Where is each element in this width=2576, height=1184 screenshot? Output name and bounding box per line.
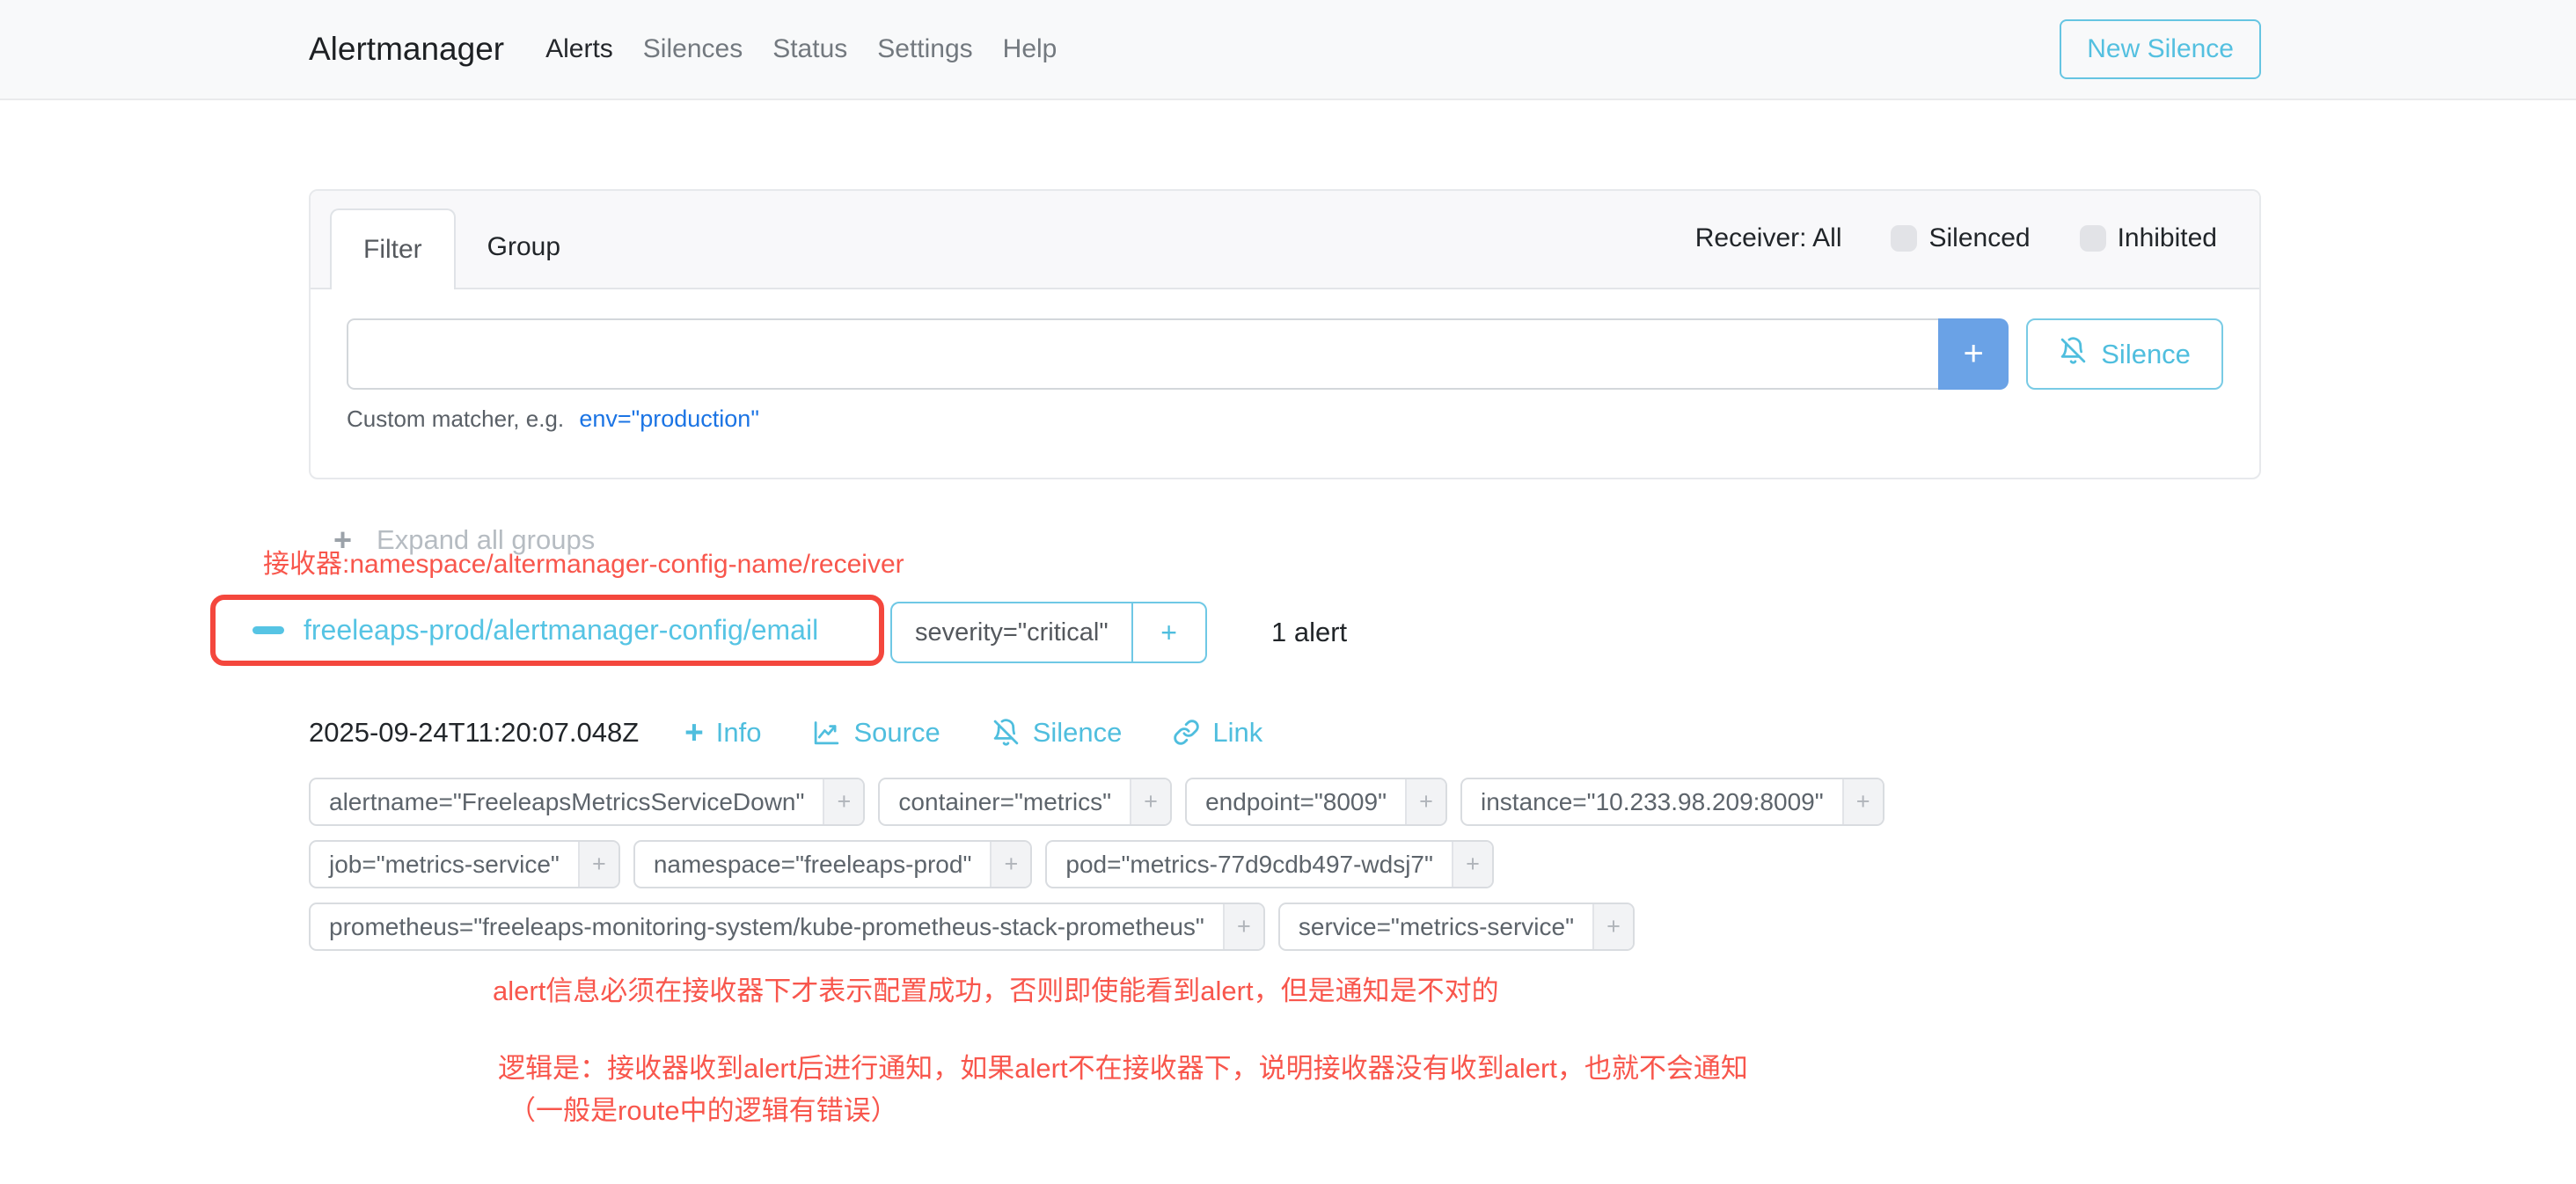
label-chip-pod: pod="metrics-77d9cdb497-wdsj7" +	[1045, 840, 1494, 888]
tab-group[interactable]: Group	[459, 207, 589, 288]
generator-link[interactable]: Link	[1173, 717, 1262, 749]
nav-item-alerts[interactable]: Alerts	[531, 34, 628, 64]
filter-card-header: Filter Group Receiver: All Silenced Inhi…	[311, 191, 2259, 289]
plus-icon: +	[1160, 617, 1177, 649]
add-filter-plus-icon[interactable]: +	[823, 779, 863, 824]
app-brand[interactable]: Alertmanager	[309, 31, 504, 68]
matcher-input[interactable]	[347, 318, 1938, 390]
add-filter-plus-icon[interactable]: +	[1592, 904, 1633, 949]
group-matcher-text: severity="critical"	[892, 603, 1131, 661]
plus-icon: +	[684, 716, 704, 749]
label-text: service="metrics-service"	[1280, 904, 1592, 949]
silenced-checkbox-label[interactable]: Silenced	[1928, 223, 2030, 253]
label-text: prometheus="freeleaps-monitoring-system/…	[311, 904, 1223, 949]
hint-example-link[interactable]: env="production"	[579, 406, 759, 432]
custom-matcher-hint: Custom matcher, e.g. env="production"	[347, 406, 2223, 433]
add-filter-plus-icon[interactable]: +	[1223, 904, 1263, 949]
label-chip-container: container="metrics" +	[878, 778, 1172, 826]
silence-alert-label: Silence	[1033, 717, 1123, 749]
label-text: alertname="FreeleapsMetricsServiceDown"	[311, 779, 823, 824]
tab-filter[interactable]: Filter	[330, 208, 456, 289]
link-icon	[1173, 719, 1200, 746]
matcher-input-group: +	[347, 318, 2009, 390]
chart-line-icon	[812, 718, 841, 747]
receiver-group-highlight[interactable]: freeleaps-prod/alertmanager-config/email	[210, 595, 884, 666]
label-text: pod="metrics-77d9cdb497-wdsj7"	[1047, 842, 1452, 887]
receiver-group-link[interactable]: freeleaps-prod/alertmanager-config/email	[304, 614, 818, 647]
alertmanager-page: Alertmanager Alerts Silences Status Sett…	[0, 0, 2576, 1184]
add-filter-plus-icon[interactable]: +	[1452, 842, 1492, 887]
nav-item-help[interactable]: Help	[988, 34, 1072, 64]
alert-config-annotation-3: （一般是route中的逻辑有错误）	[509, 1088, 898, 1128]
silence-filter-label: Silence	[2101, 339, 2191, 370]
label-text: endpoint="8009"	[1187, 779, 1405, 824]
alert-labels-row-3: prometheus="freeleaps-monitoring-system/…	[309, 903, 1635, 951]
add-filter-plus-icon[interactable]: +	[1130, 779, 1170, 824]
nav-item-silences[interactable]: Silences	[628, 34, 757, 64]
minus-icon	[252, 626, 284, 634]
inhibited-checkbox[interactable]	[2080, 225, 2106, 252]
bell-slash-icon	[992, 718, 1021, 747]
add-filter-plus-icon[interactable]: +	[1842, 779, 1883, 824]
source-link[interactable]: Source	[812, 717, 940, 749]
alert-labels-row-2: job="metrics-service" + namespace="freel…	[309, 840, 1494, 888]
source-label: Source	[853, 717, 940, 749]
plus-icon: +	[1964, 334, 1984, 374]
nav-item-settings[interactable]: Settings	[862, 34, 987, 64]
navbar: Alertmanager Alerts Silences Status Sett…	[0, 0, 2576, 100]
label-chip-endpoint: endpoint="8009" +	[1185, 778, 1447, 826]
filter-options: Receiver: All Silenced Inhibited	[1695, 189, 2259, 288]
alert-config-annotation-2: 逻辑是：接收器收到alert后进行通知，如果alert不在接收器下，说明接收器没…	[498, 1046, 1748, 1085]
group-matcher-chip: severity="critical" +	[890, 602, 1207, 663]
receiver-dropdown[interactable]: Receiver: All	[1695, 223, 1842, 253]
label-chip-prometheus: prometheus="freeleaps-monitoring-system/…	[309, 903, 1265, 951]
info-label: Info	[716, 717, 762, 749]
silenced-checkbox[interactable]	[1891, 225, 1917, 252]
add-filter-plus-icon[interactable]: +	[1405, 779, 1445, 824]
add-filter-plus-icon[interactable]: +	[578, 842, 618, 887]
alert-config-annotation-1: alert信息必须在接收器下才表示配置成功，否则即使能看到alert，但是通知是…	[493, 968, 1499, 1008]
silence-alert-button[interactable]: Silence	[992, 717, 1123, 749]
label-chip-namespace: namespace="freeleaps-prod" +	[633, 840, 1033, 888]
label-chip-service: service="metrics-service" +	[1278, 903, 1635, 951]
new-silence-button[interactable]: New Silence	[2060, 19, 2261, 79]
alert-actions-row: 2025-09-24T11:20:07.048Z + Info Source S…	[309, 716, 1314, 749]
receiver-annotation: 接收器:namespace/altermanager-config-name/r…	[263, 542, 904, 581]
info-button[interactable]: + Info	[684, 716, 761, 749]
label-chip-alertname: alertname="FreeleapsMetricsServiceDown" …	[309, 778, 865, 826]
label-text: instance="10.233.98.209:8009"	[1462, 779, 1842, 824]
filter-card: Filter Group Receiver: All Silenced Inhi…	[309, 189, 2261, 479]
label-text: job="metrics-service"	[311, 842, 578, 887]
add-matcher-button[interactable]: +	[1938, 318, 2009, 390]
matcher-input-row: + Silence	[347, 318, 2223, 390]
add-filter-plus-icon[interactable]: +	[990, 842, 1030, 887]
alert-timestamp: 2025-09-24T11:20:07.048Z	[309, 717, 639, 749]
label-text: container="metrics"	[880, 779, 1130, 824]
label-chip-instance: instance="10.233.98.209:8009" +	[1460, 778, 1884, 826]
inhibited-checkbox-label[interactable]: Inhibited	[2118, 223, 2217, 253]
add-group-matcher-button[interactable]: +	[1131, 603, 1205, 661]
filter-card-body: + Silence Custom matcher, e.g. env="prod…	[311, 289, 2259, 433]
label-text: namespace="freeleaps-prod"	[635, 842, 991, 887]
label-chip-job: job="metrics-service" +	[309, 840, 620, 888]
silence-filter-button[interactable]: Silence	[2026, 318, 2223, 390]
alert-labels-row-1: alertname="FreeleapsMetricsServiceDown" …	[309, 778, 1884, 826]
link-label: Link	[1212, 717, 1262, 749]
nav-item-status[interactable]: Status	[757, 34, 862, 64]
bell-slash-icon	[2059, 336, 2088, 372]
hint-text: Custom matcher, e.g.	[347, 406, 564, 432]
alert-count: 1 alert	[1271, 602, 1347, 663]
